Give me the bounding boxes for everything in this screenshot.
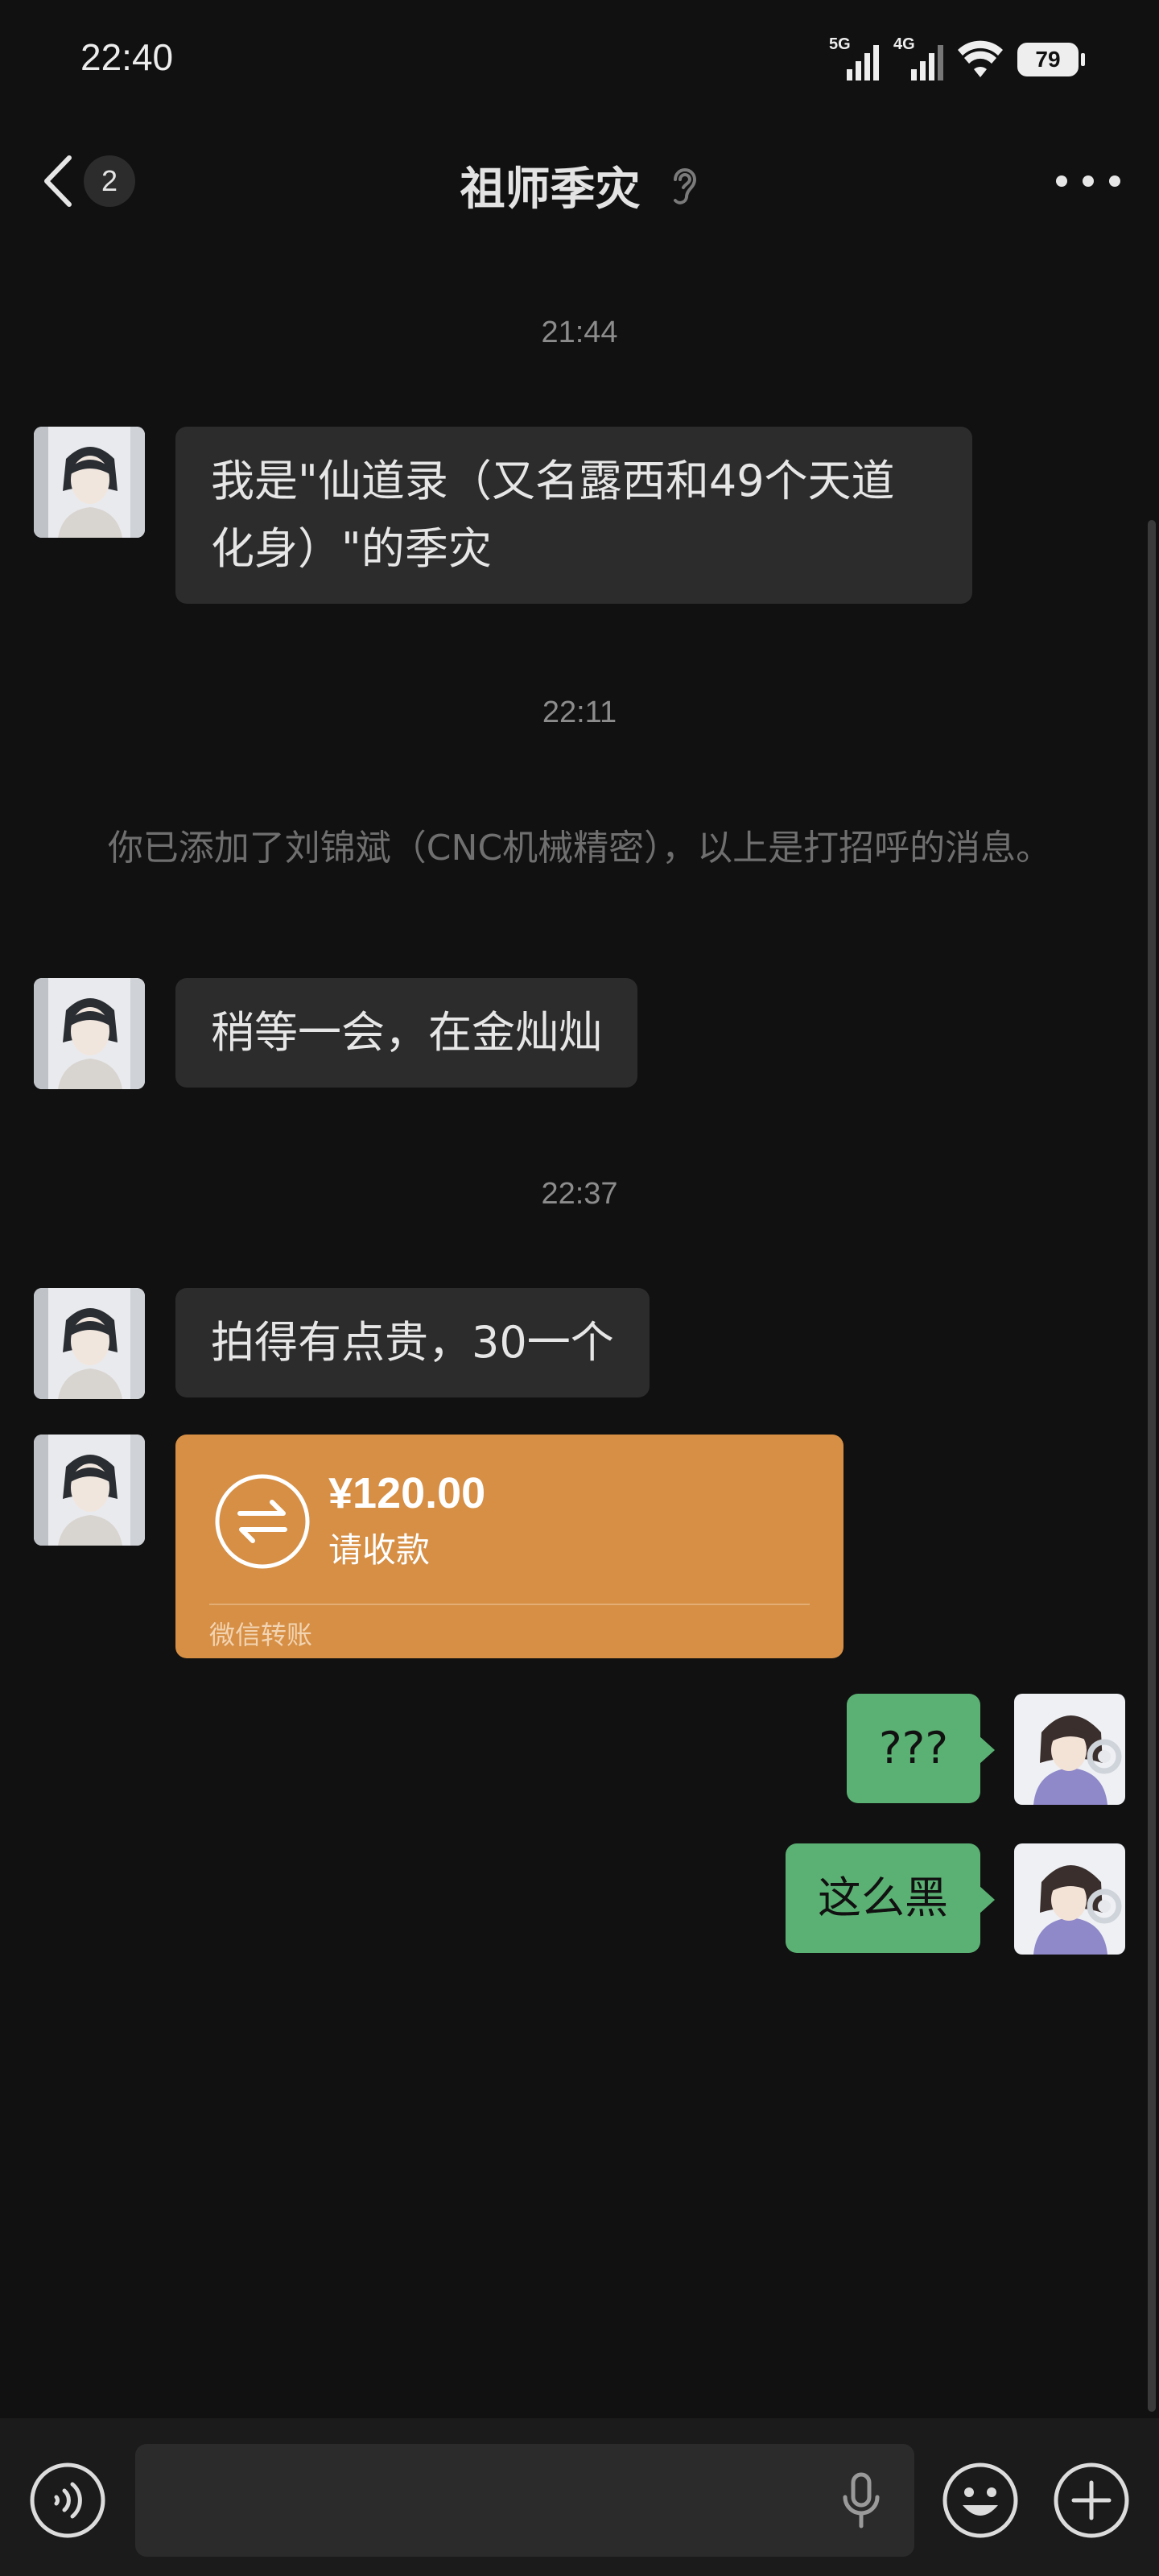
signal-4g-icon: 4G <box>893 35 943 80</box>
chat-title-wrap: 祖师季灾 <box>0 153 1159 218</box>
scrollbar[interactable] <box>1148 520 1156 2412</box>
system-notice: 你已添加了刘锦斌（CNC机械精密），以上是打招呼的消息。 <box>107 828 1052 869</box>
self-avatar[interactable] <box>1014 1843 1125 1955</box>
more-dot <box>1109 175 1120 187</box>
status-icons: 5G 4G 79 <box>829 35 1085 84</box>
message-input[interactable] <box>135 2444 914 2557</box>
transfer-status: 请收款 <box>328 1530 431 1570</box>
outgoing-message-bubble[interactable]: 这么黑 <box>786 1843 995 1953</box>
incoming-message-bubble[interactable]: 我是"仙道录（又名露西和49个天道化身）"的季灾 <box>175 427 972 604</box>
transfer-arrows-icon <box>215 1474 310 1569</box>
transfer-footer: 微信转账 <box>209 1620 313 1650</box>
contact-avatar-image <box>34 978 145 1089</box>
input-bar <box>0 2418 1159 2576</box>
contact-avatar[interactable] <box>34 1288 145 1399</box>
more-dot <box>1083 175 1094 187</box>
status-time: 22:40 <box>80 36 174 78</box>
contact-avatar[interactable] <box>34 427 145 538</box>
outgoing-message-bubble[interactable]: ??? <box>847 1694 995 1803</box>
emoji-icon[interactable] <box>942 2462 1019 2539</box>
timestamp: 22:37 <box>541 1177 618 1211</box>
transfer-card[interactable]: ¥120.00 请收款 微信转账 <box>175 1435 843 1658</box>
self-avatar-image <box>1014 1694 1125 1805</box>
battery-indicator: 79 <box>1017 43 1085 76</box>
plus-icon[interactable] <box>1053 2462 1130 2539</box>
more-options-button[interactable] <box>1056 161 1120 201</box>
chat-title[interactable]: 祖师季灾 <box>460 163 640 216</box>
contact-avatar[interactable] <box>34 1435 145 1546</box>
timestamp: 21:44 <box>541 316 618 349</box>
self-avatar-image <box>1014 1843 1125 1955</box>
ear-icon <box>673 167 696 204</box>
wifi-icon <box>958 40 1003 77</box>
self-avatar[interactable] <box>1014 1694 1125 1805</box>
chat-header: 2 祖师季灾 <box>0 129 1159 233</box>
incoming-message-bubble[interactable]: 拍得有点贵，30一个 <box>175 1288 650 1397</box>
microphone-icon[interactable] <box>837 2471 885 2529</box>
contact-avatar-image <box>34 1288 145 1399</box>
more-dots-icon <box>1056 175 1067 187</box>
timestamp: 22:11 <box>542 696 617 729</box>
contact-avatar-image <box>34 427 145 538</box>
incoming-message-bubble[interactable]: 稍等一会，在金灿灿 <box>175 978 637 1088</box>
contact-avatar[interactable] <box>34 978 145 1089</box>
contact-avatar-image <box>34 1435 145 1546</box>
transfer-amount: ¥120.00 <box>328 1469 486 1517</box>
status-bar: 22:40 5G 4G 79 <box>0 0 1159 121</box>
signal-5g-icon: 5G <box>829 35 879 80</box>
voice-icon[interactable] <box>29 2462 106 2539</box>
transfer-divider <box>209 1604 810 1605</box>
